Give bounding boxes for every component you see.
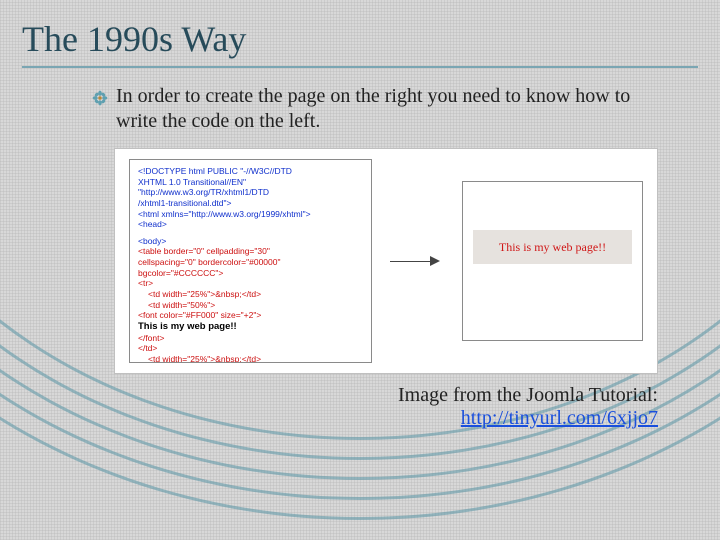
code-line: <td width="25%">&nbsp;</td> [138, 354, 363, 363]
code-line: <head> [138, 219, 363, 230]
code-line: <html xmlns="http://www.w3.org/1999/xhtm… [138, 209, 363, 220]
rendered-text-box: This is my web page!! [473, 230, 632, 264]
illustration-figure: <!DOCTYPE html PUBLIC "-//W3C//DTD XHTML… [114, 148, 658, 374]
code-line: <table border="0" cellpadding="30" [138, 246, 363, 257]
code-line: cellspacing="0" bordercolor="#00000" [138, 257, 363, 268]
rendered-output-pane: This is my web page!! [462, 181, 643, 341]
code-line: <td width="25%">&nbsp;</td> [138, 289, 363, 300]
code-line: /xhtml1-transitional.dtd"> [138, 198, 363, 209]
credit-label: Image from the Joomla Tutorial: [398, 384, 658, 406]
code-line: <!DOCTYPE html PUBLIC "-//W3C//DTD [138, 166, 363, 177]
html-source-pane: <!DOCTYPE html PUBLIC "-//W3C//DTD XHTML… [129, 159, 372, 363]
slide-title: The 1990s Way [22, 18, 698, 68]
code-line: <tr> [138, 278, 363, 289]
bullet-text: In order to create the page on the right… [116, 84, 668, 134]
code-line: XHTML 1.0 Transitional//EN" [138, 177, 363, 188]
code-line: <body> [138, 236, 363, 247]
arrow-right-icon [390, 251, 444, 271]
credit-link[interactable]: http://tinyurl.com/6xjjo7 [461, 407, 658, 429]
code-line: </td> [138, 343, 363, 354]
image-credit: Image from the Joomla Tutorial: http://t… [22, 384, 658, 430]
code-line: bgcolor="#CCCCCC"> [138, 268, 363, 279]
code-line: "http://www.w3.org/TR/xhtml1/DTD [138, 187, 363, 198]
slide-content: The 1990s Way In order to create the pag… [0, 0, 720, 540]
code-line: <td width="50%"> [138, 300, 363, 311]
rendered-page-text: This is my web page!! [499, 240, 606, 255]
flower-bullet-icon [92, 90, 108, 106]
code-line: This is my web page!! [138, 321, 363, 333]
bullet-item: In order to create the page on the right… [92, 84, 668, 134]
code-line: <font color="#FF000" size="+2"> [138, 310, 363, 321]
code-line: </font> [138, 333, 363, 344]
